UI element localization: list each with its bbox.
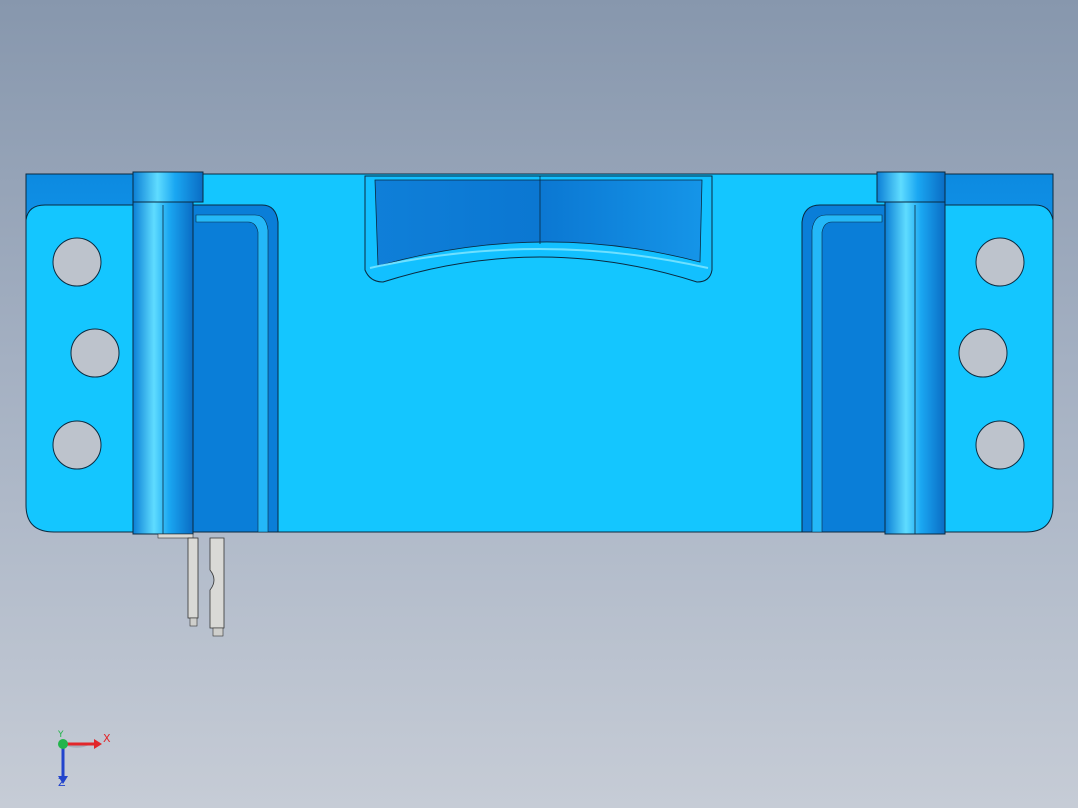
right-guide-rail[interactable] (801, 171, 946, 535)
model-view[interactable] (0, 0, 1078, 808)
ejector-pins[interactable] (157, 533, 225, 637)
mounting-hole[interactable] (958, 328, 1008, 378)
left-guide-rail[interactable] (132, 171, 279, 535)
mounting-hole[interactable] (52, 237, 102, 287)
x-axis-label: X (103, 732, 111, 745)
z-axis-label: Z (58, 776, 66, 789)
mounting-hole[interactable] (52, 420, 102, 470)
mounting-hole[interactable] (975, 420, 1025, 470)
mounting-hole[interactable] (70, 328, 120, 378)
graphics-viewport[interactable]: X Y Z (0, 0, 1078, 808)
y-axis-dot (58, 739, 68, 749)
mounting-hole[interactable] (975, 237, 1025, 287)
y-axis-label: Y (58, 730, 64, 740)
